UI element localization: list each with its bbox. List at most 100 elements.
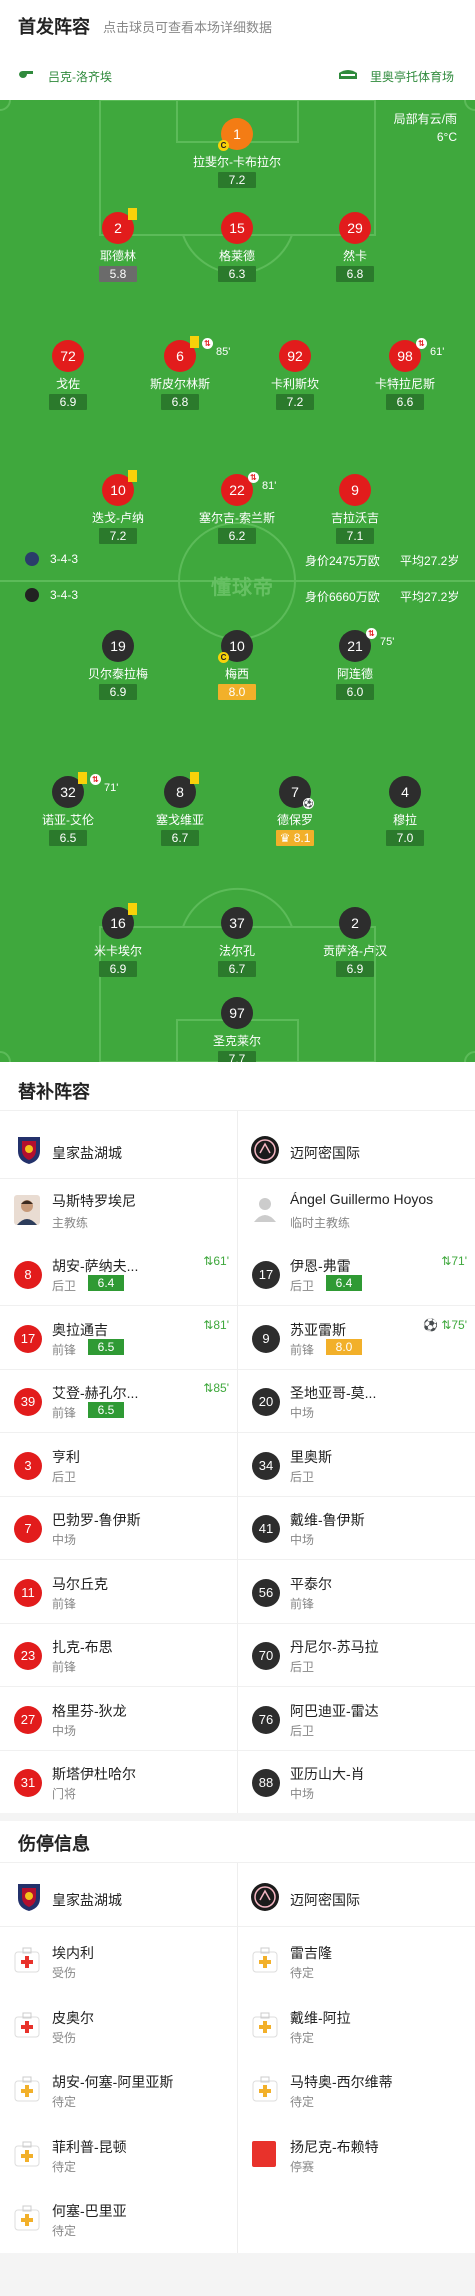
sub-player-row[interactable]: 17 奥拉通吉 前锋 6.5 ⇅81' — [0, 1306, 237, 1370]
injury-status: 待定 — [52, 2159, 77, 2174]
player-marker[interactable]: 29 然卡 6.8 — [305, 212, 405, 283]
doubtful-kit-icon — [14, 2076, 40, 2102]
doubtful-kit-icon — [252, 2012, 278, 2038]
doubtful-kit-icon — [14, 2205, 40, 2231]
sub-player-number: 17 — [252, 1261, 280, 1289]
sub-player-row[interactable]: 3 亨利 后卫 — [0, 1433, 237, 1497]
player-name: 贡萨洛-卢汉 — [323, 944, 387, 958]
substitution-out-icon: ⇅ — [90, 774, 101, 785]
player-marker[interactable]: 1 C 拉斐尔-卡布拉尔 7.2 — [187, 118, 287, 189]
player-marker[interactable]: 8 塞戈维亚 6.7 — [130, 772, 230, 847]
injured-player-name: 戴维-阿拉 — [290, 2009, 351, 2026]
sub-player-name: 戴维-鲁伊斯 — [290, 1512, 365, 1528]
sub-player-row[interactable]: 88 亚历山大-肖 中场 — [238, 1750, 475, 1814]
subs-away-team-name[interactable]: 迈阿密国际 — [290, 1143, 360, 1163]
injury-row[interactable]: 皮奥尔 受伤 — [0, 1994, 237, 2057]
player-rating: 5.8 — [99, 266, 137, 282]
sub-player-row[interactable]: 11 马尔丘克 前锋 — [0, 1560, 237, 1624]
away-team-logo-icon — [251, 1883, 279, 1911]
player-marker[interactable]: 21 ⇅ 75' 阿连德 6.0 — [305, 628, 405, 701]
captain-icon: C — [218, 652, 229, 663]
footer-gap — [0, 2253, 475, 2296]
sub-in-event: ⇅61' — [203, 1254, 229, 1268]
injury-row[interactable]: 胡安-何塞-阿里亚斯 待定 — [0, 2058, 237, 2121]
player-marker[interactable]: 10 C 梅西 8.0 — [187, 630, 287, 701]
player-name: 然卡 — [342, 249, 367, 263]
sub-player-row[interactable]: 70 丹尼尔-苏马拉 后卫 — [238, 1623, 475, 1687]
subs-home-team-name[interactable]: 皇家盐湖城 — [52, 1143, 122, 1163]
sub-player-row[interactable]: 41 戴维-鲁伊斯 中场 — [238, 1496, 475, 1560]
weather-text: 局部有云/雨 — [393, 112, 457, 126]
home-team-logo-icon — [18, 1884, 40, 1911]
doubtful-kit-icon — [252, 1947, 278, 1973]
player-number-circle: 97 — [221, 997, 253, 1029]
player-marker[interactable]: 15 格莱德 6.3 — [187, 212, 287, 283]
player-number-circle: 19 — [102, 630, 134, 662]
sub-player-name: 奥拉通吉 — [52, 1321, 108, 1338]
injury-row[interactable]: 戴维-阿拉待定 — [238, 1994, 475, 2057]
sub-player-row[interactable]: 39 艾登-赫孔尔... 前锋 6.5 ⇅85' — [0, 1369, 237, 1433]
injuries-away-team-name[interactable]: 迈阿密国际 — [290, 1890, 360, 1910]
sub-player-position: 中场 — [290, 1406, 315, 1420]
sub-player-row[interactable]: 31 斯塔伊杜哈尔 门将 — [0, 1750, 237, 1814]
sub-player-row[interactable]: 20 圣地亚哥-莫... 中场 — [238, 1369, 475, 1433]
sub-player-row[interactable]: 76 阿巴迪亚-雷达 后卫 — [238, 1687, 475, 1751]
sub-player-row[interactable]: 9 苏亚雷斯 前锋 8.0 ⚽ ⇅75' — [238, 1306, 475, 1370]
injury-row[interactable]: 埃内利 受伤 — [0, 1929, 237, 1992]
sub-player-position: 后卫 — [290, 1469, 315, 1484]
player-marker[interactable]: 22 ⇅ 81' 塞尔吉-索兰斯 6.2 — [187, 472, 287, 545]
player-name: 穆拉 — [392, 813, 417, 827]
player-name: 戈佐 — [55, 377, 80, 391]
sub-player-row[interactable]: 17 伊恩-弗雷 后卫 6.4 ⇅71' — [238, 1242, 475, 1306]
home-team-name[interactable]: 吕克-洛齐埃 — [48, 68, 112, 85]
away-coach-role: 临时主教练 — [290, 1216, 351, 1230]
injury-row[interactable]: 菲利普-昆顿 待定 — [0, 2123, 237, 2186]
player-marker[interactable]: 16 米卡埃尔 6.9 — [68, 903, 168, 978]
player-marker[interactable]: 92 卡利斯坎 7.2 — [245, 340, 345, 411]
home-age: 平均27.2岁 — [400, 554, 460, 568]
player-marker[interactable]: 2 贡萨洛-卢汉 6.9 — [305, 907, 405, 978]
stadium-name: 里奥亭托体育场 — [370, 70, 455, 84]
player-marker[interactable]: 2 耶德林 5.8 — [68, 208, 168, 283]
player-marker[interactable]: 9 吉拉沃吉 7.1 — [305, 474, 405, 545]
sub-player-row[interactable]: 23 扎克-布思 前锋 — [0, 1623, 237, 1687]
player-marker[interactable]: 72 戈佐 6.9 — [18, 340, 118, 411]
sub-player-position: 后卫 — [290, 1723, 315, 1738]
player-number-circle: 21 ⇅ 75' — [339, 628, 394, 662]
sub-player-row[interactable]: 56 平泰尔 前锋 — [238, 1560, 475, 1624]
injury-row[interactable]: 马特奥-西尔维蒂 待定 — [238, 2058, 475, 2121]
coach-placeholder-icon — [254, 1198, 276, 1222]
player-marker[interactable]: 10 迭戈-卢纳 7.2 — [68, 470, 168, 545]
injury-status: 待定 — [290, 2030, 315, 2045]
player-marker[interactable]: 97 圣克莱尔 7.7 — [187, 997, 287, 1062]
home-coach-role: 主教练 — [52, 1216, 89, 1230]
player-marker[interactable]: 19 贝尔泰拉梅 6.9 — [68, 630, 168, 701]
player-marker[interactable]: 37 法尔孔 6.7 — [187, 907, 287, 978]
injury-row[interactable]: 雷吉隆 待定 — [238, 1929, 475, 1992]
injury-status: 待定 — [290, 1966, 315, 1980]
sub-player-row[interactable]: 34 里奥斯 后卫 — [238, 1433, 475, 1497]
page-subtitle: 点击球员可查看本场详细数据 — [103, 20, 273, 35]
sub-player-number: 17 — [14, 1324, 42, 1353]
yellow-card-icon — [190, 772, 199, 784]
player-marker[interactable]: 98 ⇅ 61' 卡特拉尼斯 6.6 — [355, 338, 455, 411]
home-coach-name[interactable]: 马斯特罗埃尼 — [52, 1191, 136, 1211]
lineup-header: 首发阵容 点击球员可查看本场详细数据 — [0, 0, 475, 48]
player-rating: 6.5 — [49, 830, 87, 846]
injuries-home-team-name[interactable]: 皇家盐湖城 — [52, 1890, 122, 1910]
away-coach-name[interactable]: Ángel Guillermo Hoyos — [290, 1191, 433, 1207]
injury-row[interactable]: 何塞-巴里亚 待定 — [0, 2187, 237, 2250]
player-marker[interactable]: 6 ⇅ 85' 斯皮尔林斯 6.8 — [130, 336, 230, 411]
player-marker[interactable]: 4 穆拉 7.0 — [355, 776, 455, 847]
injury-row[interactable]: 扬尼克-布赖特 停赛 — [238, 2123, 475, 2186]
sub-player-row[interactable]: 27 格里芬-狄龙 中场 — [0, 1687, 237, 1751]
player-name: 圣克莱尔 — [212, 1034, 261, 1048]
injured-player-name: 马特奥-西尔维蒂 — [290, 2074, 393, 2090]
pitch: 懂球帝 局部有云/雨 6°C 3-4-3 身价2475万欧 平均27.2岁 3-… — [0, 100, 475, 1062]
sub-player-row[interactable]: 8 胡安-萨纳夫... 后卫 6.4 ⇅61' — [0, 1242, 237, 1306]
away-age: 平均27.2岁 — [400, 590, 460, 604]
weather-info: 局部有云/雨 6°C — [394, 110, 457, 146]
sub-player-row[interactable]: 7 巴勃罗-鲁伊斯 中场 — [0, 1496, 237, 1560]
player-marker[interactable]: 7 ⚽ 德保罗 ♛ 8.1 — [245, 776, 345, 847]
player-marker[interactable]: 32 ⇅ 71' 诺亚-艾伦 6.5 — [18, 772, 118, 847]
